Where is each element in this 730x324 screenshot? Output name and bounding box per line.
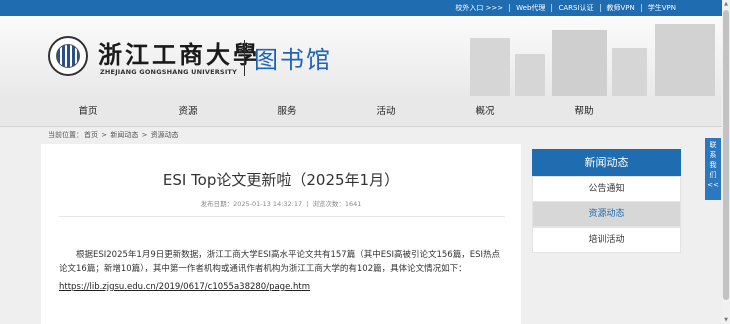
publish-date: 2025-01-13 14:32:17 <box>233 200 303 208</box>
building-silhouette <box>470 38 510 96</box>
scroll-down-icon[interactable]: ▼ <box>723 317 729 323</box>
publish-label: 发布日期： <box>200 200 234 208</box>
carsi-link[interactable]: CARSI认证 <box>552 3 599 13</box>
contact-char: 系 <box>709 151 717 159</box>
breadcrumb-home[interactable]: 首页 <box>84 131 98 139</box>
contact-us-tab[interactable]: 联 系 我 们 << <box>705 138 721 200</box>
sidebar-heading: 新闻动态 <box>532 149 681 176</box>
building-silhouette <box>515 54 545 96</box>
contact-char: 我 <box>709 161 717 169</box>
article-panel: ESI Top论文更新啦（2025年1月） 发布日期：2025-01-13 14… <box>41 144 521 324</box>
views-label: 浏览次数： <box>312 200 345 208</box>
breadcrumb-separator: > <box>101 131 108 139</box>
scroll-thumb[interactable] <box>723 10 729 300</box>
main-nav: 首页 资源 服务 活动 概况 帮助 <box>0 96 722 127</box>
building-silhouette <box>612 48 647 96</box>
breadcrumb-resources[interactable]: 资源动态 <box>151 131 179 139</box>
scroll-up-icon[interactable]: ▲ <box>723 1 729 7</box>
building-silhouette <box>552 30 607 96</box>
article-link[interactable]: https://lib.zjgsu.edu.cn/2019/0617/c1055… <box>59 282 310 292</box>
vertical-scrollbar[interactable]: ▲ ▼ <box>722 0 730 324</box>
sidebar-item-resources[interactable]: 资源动态 <box>532 201 681 227</box>
contact-char: 联 <box>709 141 717 149</box>
article-title: ESI Top论文更新啦（2025年1月） <box>162 171 400 189</box>
school-name-en: ZHEJIANG GONGSHANG UNIVERSITY <box>100 68 237 76</box>
top-utility-bar: 校外入口 >>> Web代理 CARSI认证 教师VPN 学生VPN <box>0 0 722 16</box>
top-links: 校外入口 >>> Web代理 CARSI认证 教师VPN 学生VPN <box>449 0 682 16</box>
breadcrumb-prefix: 当前位置： <box>48 131 83 139</box>
school-name-cn[interactable]: 浙江工商大學 <box>98 35 260 70</box>
nav-activities[interactable]: 活动 <box>376 96 395 127</box>
nav-home[interactable]: 首页 <box>78 96 97 127</box>
nav-services[interactable]: 服务 <box>277 96 296 127</box>
contact-char: 们 <box>709 171 717 179</box>
nav-resources[interactable]: 资源 <box>178 96 197 127</box>
nav-overview[interactable]: 概况 <box>475 96 494 127</box>
collapse-arrows: << <box>707 181 719 189</box>
building-silhouette <box>655 24 715 96</box>
off-campus-link[interactable]: 校外入口 >>> <box>449 3 509 13</box>
view-count: 1641 <box>344 200 362 208</box>
sidebar-item-training[interactable]: 培训活动 <box>532 227 681 253</box>
article-body: 根据ESI2025年1月9日更新数据，浙江工商大学ESI高水平论文共有157篇（… <box>59 250 500 274</box>
sidebar-item-announcements[interactable]: 公告通知 <box>532 176 681 202</box>
web-proxy-link[interactable]: Web代理 <box>510 3 551 13</box>
student-vpn-link[interactable]: 学生VPN <box>642 3 682 13</box>
university-seal-icon[interactable] <box>48 36 88 76</box>
breadcrumb-separator: > <box>141 131 148 139</box>
nav-help[interactable]: 帮助 <box>574 96 593 127</box>
teacher-vpn-link[interactable]: 教师VPN <box>601 3 641 13</box>
title-divider <box>59 216 505 217</box>
library-title[interactable]: 图书馆 <box>254 40 332 75</box>
breadcrumb-news[interactable]: 新闻动态 <box>110 131 138 139</box>
header-banner: 浙江工商大學 ZHEJIANG GONGSHANG UNIVERSITY 图书馆 <box>0 16 722 96</box>
breadcrumb: 当前位置：首页 > 新闻动态 > 资源动态 <box>48 130 180 140</box>
logo-divider <box>244 40 245 76</box>
article-meta: 发布日期：2025-01-13 14:32:17 | 浏览次数：1641 <box>200 200 362 208</box>
